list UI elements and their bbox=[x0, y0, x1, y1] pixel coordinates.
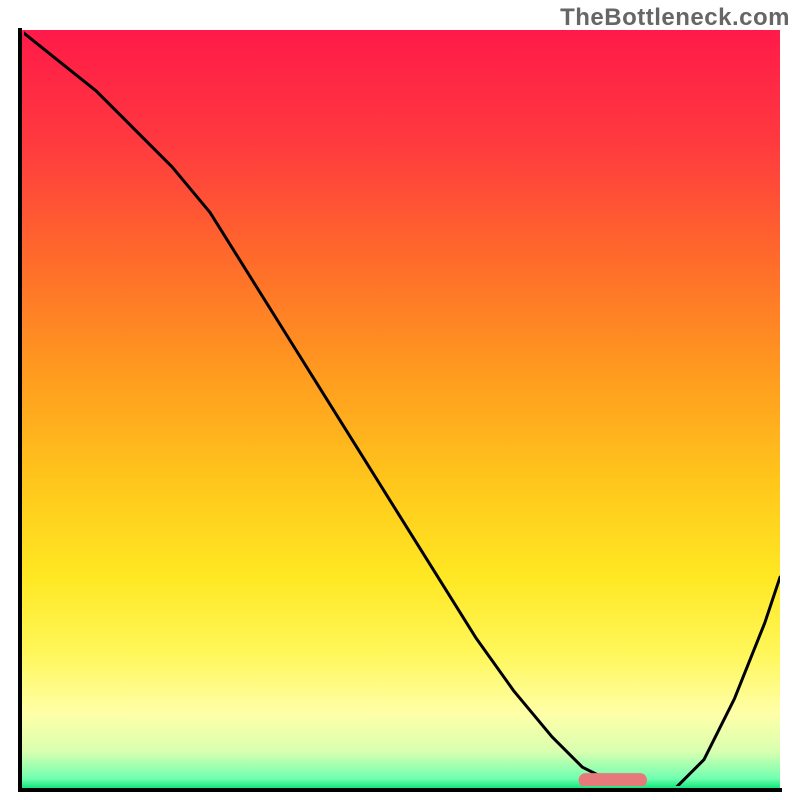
optimal-range-marker bbox=[579, 773, 647, 787]
plot-background-gradient bbox=[20, 30, 780, 790]
chart-frame: TheBottleneck.com bbox=[0, 0, 800, 800]
bottleneck-chart bbox=[0, 0, 800, 800]
watermark-text: TheBottleneck.com bbox=[560, 4, 790, 32]
